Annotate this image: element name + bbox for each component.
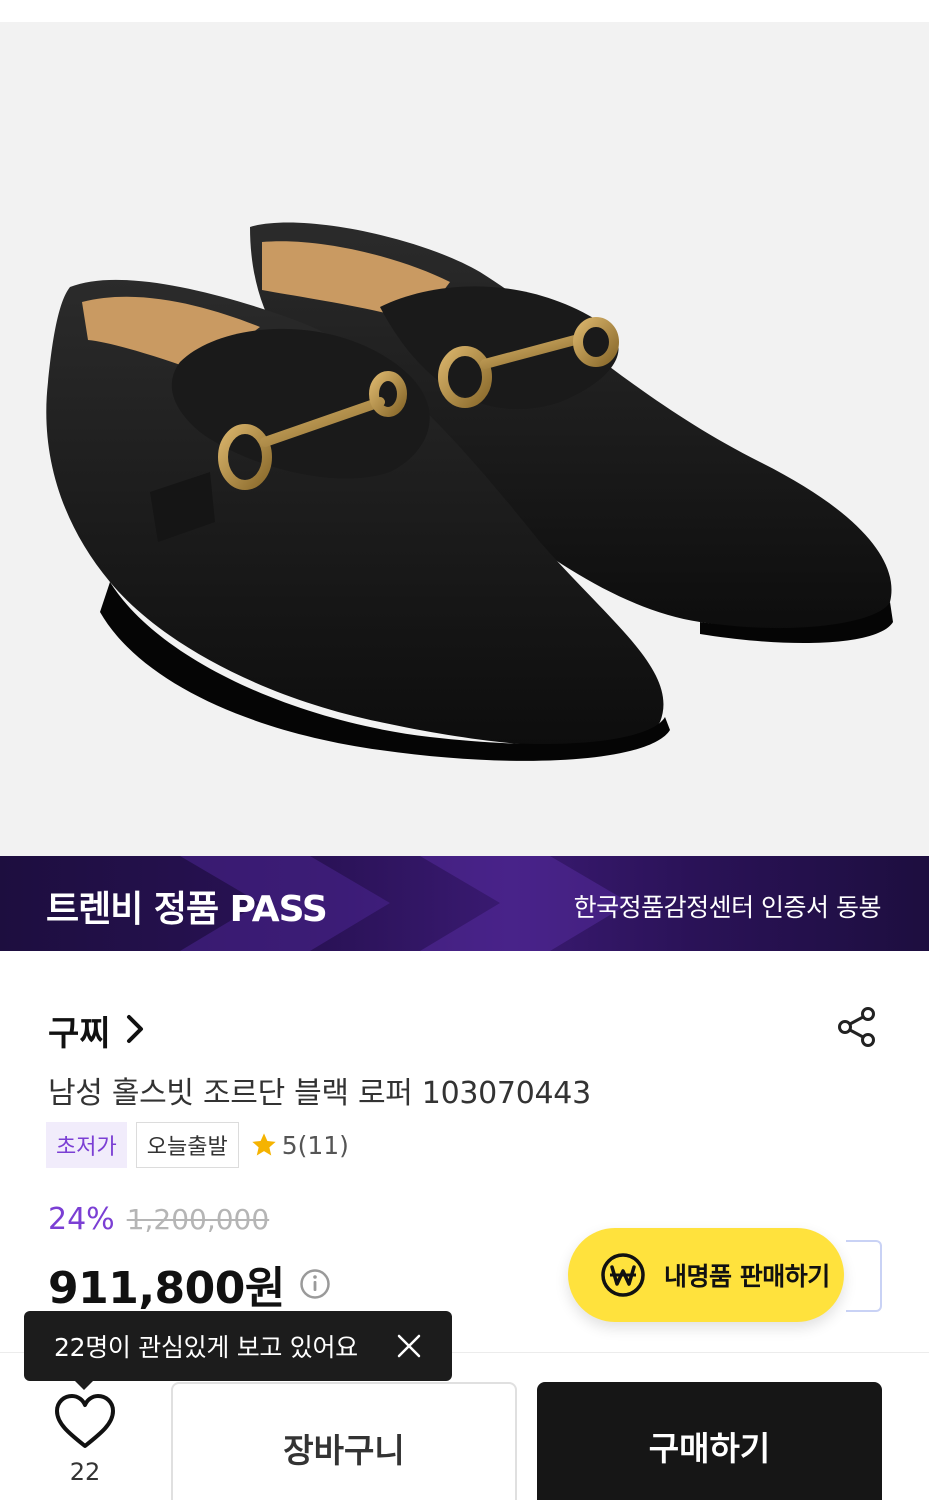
pass-banner-subtitle: 한국정품감정센터 인증서 동봉 [573,893,882,922]
rating-text: 5(11) [281,1130,349,1160]
sell-button-label: 내명품 판매하기 [664,1262,830,1291]
original-price: 1,200,000 [126,1203,270,1236]
like-count: 22 [69,1458,101,1486]
authenticity-pass-banner[interactable]: 트렌비 정품 PASS 한국정품감정센터 인증서 동봉 [0,856,929,951]
sell-my-luxury-button[interactable]: 내명품 판매하기 [568,1228,844,1322]
buy-button-label: 구매하기 [648,1429,771,1468]
like-button[interactable]: 22 [44,1392,126,1492]
cart-button-label: 장바구니 [283,1431,405,1470]
lowest-price-tag: 초저가 [46,1122,127,1168]
tooltip-text: 22명이 관심있게 보고 있어요 [54,1333,358,1362]
interest-tooltip: 22명이 관심있게 보고 있어요 [24,1311,452,1381]
share-icon[interactable] [836,1006,878,1048]
loafer-pair-image [46,222,893,761]
heart-icon [55,1394,115,1448]
rating[interactable]: 5(11) [250,1131,349,1160]
brand-name: 구찌 [48,1014,111,1054]
ships-today-tag: 오늘출발 [135,1122,239,1168]
buy-now-button[interactable]: 구매하기 [537,1382,882,1500]
product-tags: 초저가 오늘출발 5(11) [46,1122,349,1168]
pass-banner-title: 트렌비 정품 PASS [46,889,328,930]
sale-price: 911,800원 [48,1263,285,1314]
close-icon[interactable] [396,1333,422,1359]
discount-rate: 24% [48,1202,115,1237]
discount-row: 24% 1,200,000 [48,1202,269,1237]
add-to-cart-button[interactable]: 장바구니 [171,1382,517,1500]
chevron-right-icon [125,1014,145,1048]
product-title: 남성 홀스빗 조르단 블랙 로퍼 103070443 [48,1076,591,1111]
brand-link[interactable]: 구찌 [48,1006,145,1055]
product-image[interactable] [0,22,929,856]
tooltip-arrow [74,1380,94,1390]
star-icon [252,1133,276,1156]
side-panel-edge [846,1240,882,1312]
won-circle-icon [601,1253,645,1297]
info-icon[interactable] [299,1268,331,1300]
status-strip [0,0,929,22]
price-row: 911,800원 [48,1252,331,1316]
